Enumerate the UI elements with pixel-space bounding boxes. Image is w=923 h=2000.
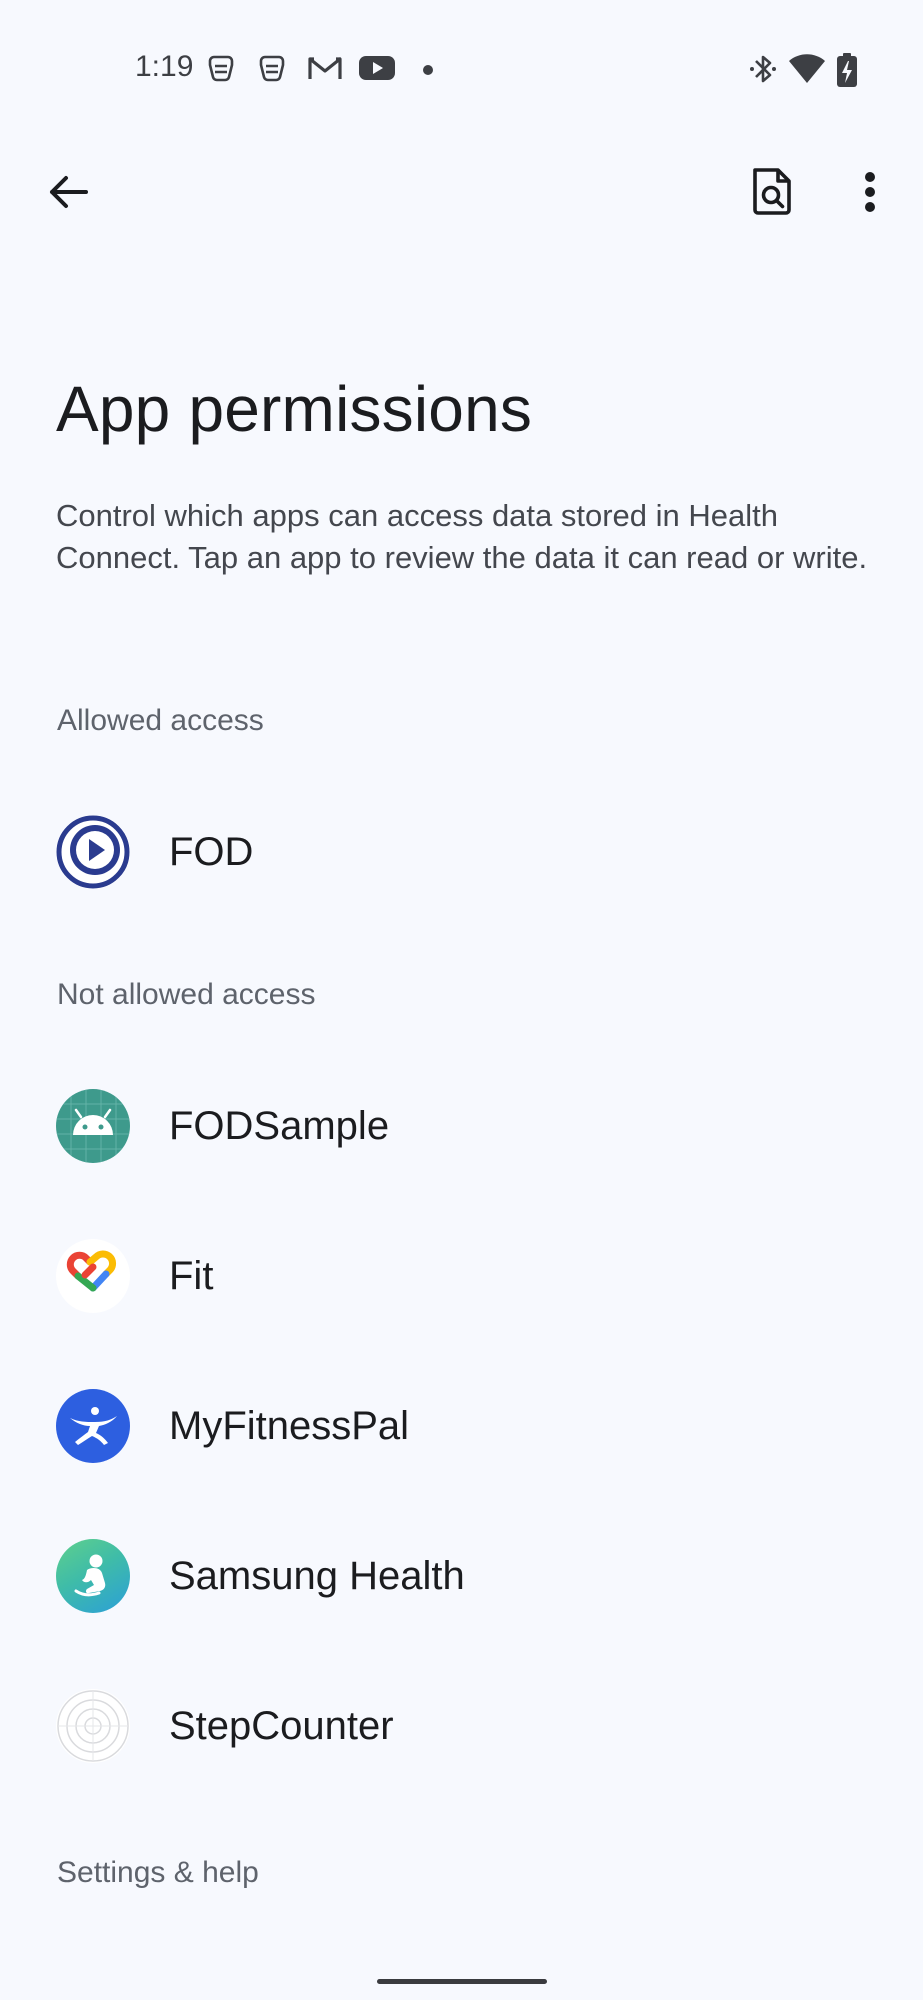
samsung-health-icon (56, 1539, 130, 1613)
android-icon (56, 1089, 130, 1163)
settings-help-header: Settings & help (57, 1856, 259, 1889)
app-notification-icon (259, 55, 285, 82)
search-documents-button[interactable] (740, 158, 804, 226)
not-allowed-access-header: Not allowed access (57, 978, 316, 1011)
page-description: Control which apps can access data store… (56, 498, 868, 575)
gmail-icon (308, 57, 342, 79)
myfitnesspal-icon (56, 1389, 130, 1463)
app-row-fodsample[interactable]: FODSample (0, 1052, 923, 1182)
page-title: App permissions (56, 373, 533, 445)
app-name: FOD (169, 830, 254, 874)
app-row-samsung-health[interactable]: Samsung Health (0, 1502, 923, 1632)
app-row-myfitnesspal[interactable]: MyFitnessPal (0, 1352, 923, 1482)
more-options-button[interactable] (838, 160, 902, 224)
arrow-back-icon (50, 176, 88, 208)
youtube-icon (359, 56, 395, 80)
allowed-access-header: Allowed access (57, 704, 264, 737)
more-vert-icon (865, 172, 875, 212)
wifi-icon (789, 54, 825, 83)
app-row-stepcounter[interactable]: StepCounter (0, 1652, 923, 1782)
app-row-fod[interactable]: FOD (0, 778, 923, 908)
app-name: MyFitnessPal (169, 1404, 410, 1448)
back-button[interactable] (36, 160, 100, 224)
app-name: StepCounter (169, 1704, 394, 1748)
app-name: FODSample (169, 1104, 390, 1148)
app-permissions-screen: 1:19 App permissions Control which apps … (0, 0, 923, 2000)
fod-play-icon (56, 815, 130, 889)
app-name: Fit (169, 1254, 214, 1298)
document-search-icon (753, 168, 791, 215)
app-notification-icon (208, 55, 234, 82)
app-row-fit[interactable]: Fit (0, 1202, 923, 1332)
stepcounter-icon (56, 1689, 130, 1763)
google-fit-heart-icon (56, 1239, 130, 1313)
battery-charging-icon (837, 53, 857, 87)
bluetooth-icon (750, 55, 776, 83)
more-notifications-dot-icon (423, 65, 433, 75)
gesture-navigation-handle[interactable] (377, 1979, 547, 1984)
status-bar: 1:19 (0, 0, 923, 140)
app-name: Samsung Health (169, 1554, 465, 1598)
status-time: 1:19 (135, 50, 194, 83)
